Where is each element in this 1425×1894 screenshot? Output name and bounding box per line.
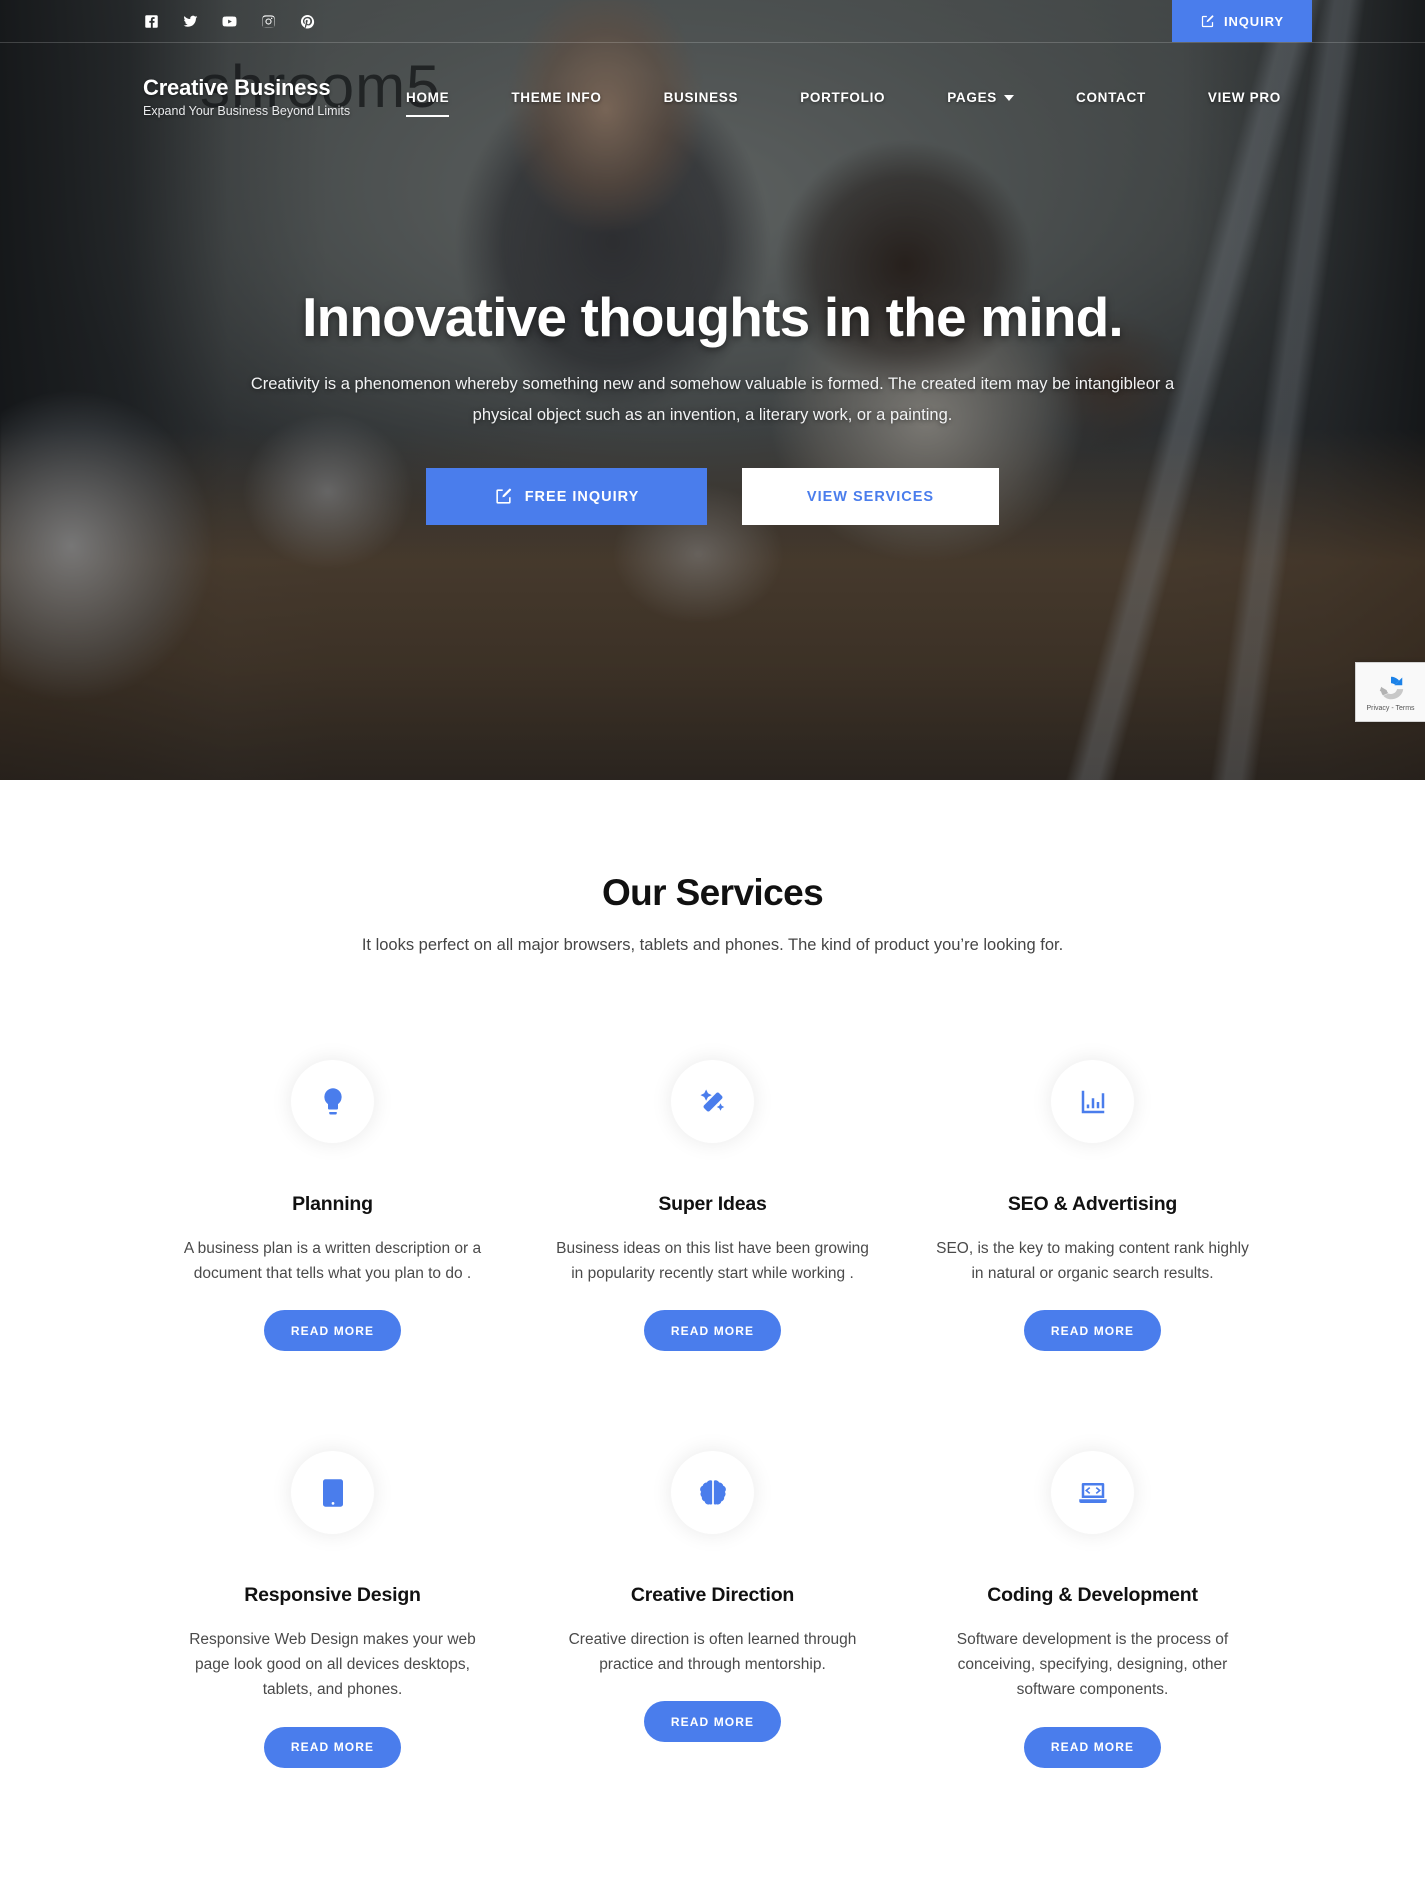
nav-label: VIEW PRO xyxy=(1207,89,1281,105)
nav-item-theme-info[interactable]: THEME INFO xyxy=(511,84,601,111)
nav-label: THEME INFO xyxy=(511,89,602,105)
read-more-button[interactable]: READ MORE xyxy=(263,1310,402,1352)
pinterest-icon[interactable] xyxy=(299,13,316,30)
service-title: Super Ideas xyxy=(658,1193,767,1215)
nav-item-view-pro[interactable]: VIEW PRO xyxy=(1208,84,1281,111)
read-more-button[interactable]: READ MORE xyxy=(1023,1310,1162,1352)
service-title: Responsive Design xyxy=(244,1584,421,1607)
tablet-icon xyxy=(322,1478,343,1507)
hero-section: shroom5 INQUIRY Creative Business Expand… xyxy=(0,0,1425,780)
nav-label: HOME xyxy=(406,89,450,105)
service-icon-circle xyxy=(671,1451,754,1535)
read-more-button[interactable]: READ MORE xyxy=(643,1310,782,1352)
service-card: Responsive Design Responsive Web Design … xyxy=(143,1451,523,1768)
recaptcha-privacy-terms[interactable]: Privacy - Terms xyxy=(1366,705,1414,712)
nav-label: BUSINESS xyxy=(663,89,739,105)
service-card: Planning A business plan is a written de… xyxy=(143,1060,523,1352)
read-more-button[interactable]: READ MORE xyxy=(1023,1726,1162,1768)
services-subtitle: It looks perfect on all major browsers, … xyxy=(361,936,1064,954)
hero-subtitle: Creativity is a phenomenon whereby somet… xyxy=(250,375,1175,424)
free-inquiry-button[interactable]: FREE INQUIRY xyxy=(426,468,707,526)
service-card: Super Ideas Business ideas on this list … xyxy=(523,1060,903,1352)
service-title: Coding & Development xyxy=(987,1584,1198,1607)
chevron-down-icon xyxy=(1004,95,1014,101)
nav-item-business[interactable]: BUSINESS xyxy=(664,84,739,111)
primary-navigation: HOME THEME INFO BUSINESS PORTFOLIO PAGES… xyxy=(375,84,1312,117)
instagram-icon[interactable] xyxy=(260,13,277,30)
main-navbar: Creative Business Expand Your Business B… xyxy=(0,66,1425,128)
service-icon-circle xyxy=(291,1060,374,1143)
youtube-icon[interactable] xyxy=(221,13,238,30)
services-header: Our Services It looks perfect on all maj… xyxy=(0,872,1425,955)
service-title: SEO & Advertising xyxy=(1007,1193,1178,1215)
twitter-icon[interactable] xyxy=(182,13,199,30)
service-description: Responsive Web Design makes your web pag… xyxy=(189,1631,476,1699)
recaptcha-badge[interactable]: Privacy - Terms xyxy=(1355,662,1425,722)
magic-wand-icon xyxy=(700,1089,724,1111)
hero-content: Innovative thoughts in the mind. Creativ… xyxy=(0,286,1425,526)
service-card: Coding & Development Software developmen… xyxy=(903,1451,1283,1768)
service-description: SEO, is the key to making content rank h… xyxy=(936,1240,1249,1283)
service-icon-circle xyxy=(671,1060,754,1143)
service-icon-circle xyxy=(291,1451,374,1535)
nav-item-pages[interactable]: PAGES xyxy=(947,84,1014,111)
nav-item-contact[interactable]: CONTACT xyxy=(1076,84,1146,111)
read-more-button[interactable]: READ MORE xyxy=(263,1726,402,1768)
inquiry-button-label: INQUIRY xyxy=(1224,13,1284,29)
hero-title: Innovative thoughts in the mind. xyxy=(302,286,1124,348)
view-services-label: VIEW SERVICES xyxy=(806,488,935,505)
recaptcha-icon xyxy=(1379,676,1403,699)
service-title: Planning xyxy=(292,1193,373,1215)
pencil-square-icon xyxy=(1201,14,1214,27)
topbar-divider xyxy=(0,42,1425,43)
pencil-square-icon xyxy=(496,488,511,504)
nav-label: PORTFOLIO xyxy=(800,89,886,105)
service-description: Software development is the process of c… xyxy=(956,1631,1229,1699)
service-card: Creative Direction Creative direction is… xyxy=(523,1451,903,1767)
service-icon-circle xyxy=(1051,1060,1134,1143)
service-description: A business plan is a written description… xyxy=(183,1240,482,1283)
hero-cta-group: FREE INQUIRY VIEW SERVICES xyxy=(0,468,1425,526)
service-description: Creative direction is often learned thro… xyxy=(568,1631,857,1674)
social-links xyxy=(143,13,316,30)
service-icon-circle xyxy=(1051,1451,1134,1535)
nav-label: CONTACT xyxy=(1076,89,1146,105)
brand-title: Creative Business xyxy=(143,75,331,101)
lightbulb-icon xyxy=(323,1087,342,1114)
read-more-button[interactable]: READ MORE xyxy=(643,1701,782,1743)
bar-chart-icon xyxy=(1081,1090,1104,1113)
services-grid: Planning A business plan is a written de… xyxy=(143,1060,1283,1768)
nav-item-home[interactable]: HOME xyxy=(406,84,450,117)
nav-label: PAGES xyxy=(947,89,997,105)
service-description: Business ideas on this list have been gr… xyxy=(556,1240,869,1283)
site-branding[interactable]: Creative Business Expand Your Business B… xyxy=(143,75,351,118)
service-title: Creative Direction xyxy=(630,1584,795,1607)
brain-icon xyxy=(699,1479,726,1505)
nav-item-portfolio[interactable]: PORTFOLIO xyxy=(800,84,885,111)
facebook-icon[interactable] xyxy=(143,13,160,30)
top-utility-bar: INQUIRY xyxy=(0,0,1425,43)
services-title: Our Services xyxy=(601,872,824,913)
free-inquiry-label: FREE INQUIRY xyxy=(524,488,640,505)
laptop-code-icon xyxy=(1078,1482,1107,1503)
brand-tagline: Expand Your Business Beyond Limits xyxy=(143,103,351,118)
view-services-button[interactable]: VIEW SERVICES xyxy=(742,468,999,526)
service-card: SEO & Advertising SEO, is the key to mak… xyxy=(903,1060,1283,1352)
inquiry-button[interactable]: INQUIRY xyxy=(1172,0,1312,42)
services-section: Our Services It looks perfect on all maj… xyxy=(0,780,1425,1808)
